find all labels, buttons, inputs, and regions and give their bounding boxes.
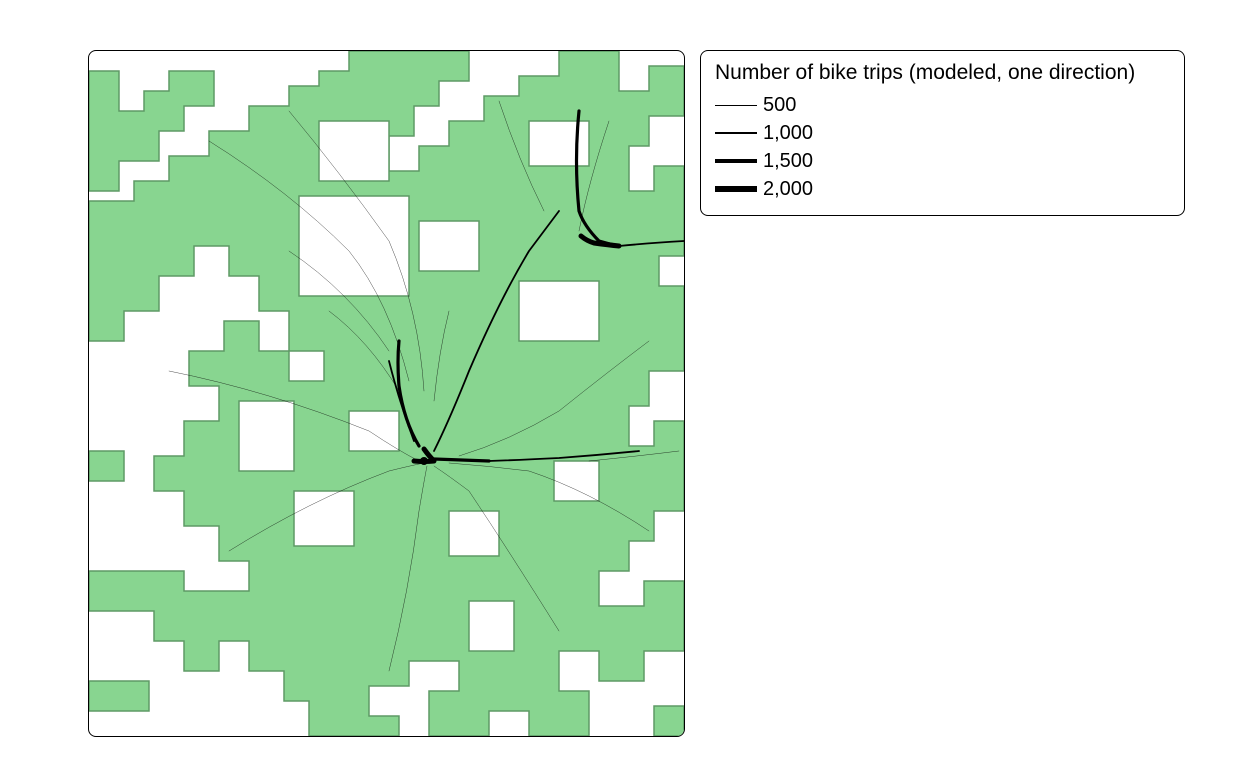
legend-line-icon	[715, 159, 757, 163]
legend-line-icon	[715, 132, 757, 134]
legend-title: Number of bike trips (modeled, one direc…	[715, 61, 1170, 85]
legend-label: 2,000	[763, 178, 813, 201]
legend-label: 1,000	[763, 122, 813, 145]
legend-item: 2,000	[715, 175, 1170, 203]
legend-item: 1,000	[715, 119, 1170, 147]
region-layer	[89, 51, 684, 736]
map-svg	[89, 51, 684, 736]
legend: Number of bike trips (modeled, one direc…	[700, 50, 1185, 216]
legend-label: 500	[763, 94, 796, 117]
legend-label: 1,500	[763, 150, 813, 173]
map-frame	[88, 50, 685, 737]
legend-line-icon	[715, 186, 757, 192]
legend-item: 1,500	[715, 147, 1170, 175]
legend-line-icon	[715, 105, 757, 106]
legend-item: 500	[715, 91, 1170, 119]
